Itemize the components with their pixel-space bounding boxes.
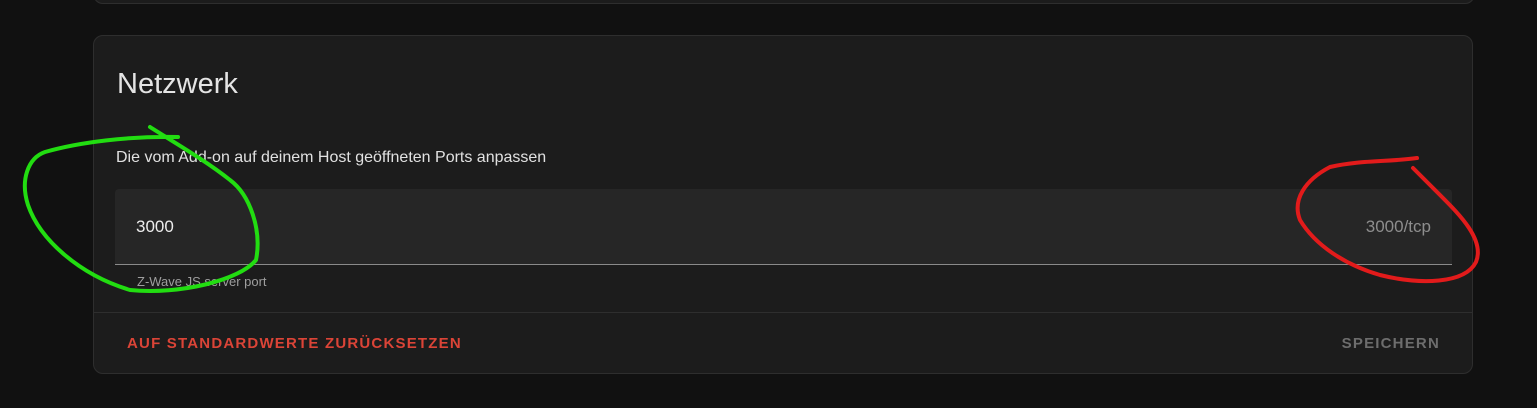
card-description: Die vom Add-on auf deinem Host geöffnete… (116, 149, 547, 166)
card-actions-divider (94, 312, 1472, 313)
save-button[interactable]: SPEICHERN (1342, 335, 1440, 352)
network-card: Netzwerk Die vom Add-on auf deinem Host … (93, 35, 1473, 374)
port-input-value[interactable]: 3000 (136, 217, 174, 237)
previous-card (93, 0, 1475, 4)
reset-defaults-button[interactable]: AUF STANDARDWERTE ZURÜCKSETZEN (127, 335, 462, 352)
port-protocol-suffix: 3000/tcp (1365, 217, 1431, 236)
port-helper-text: Z-Wave JS server port (137, 274, 267, 289)
card-title: Netzwerk (117, 68, 238, 100)
port-input-field[interactable]: 3000 3000/tcp (115, 189, 1452, 265)
